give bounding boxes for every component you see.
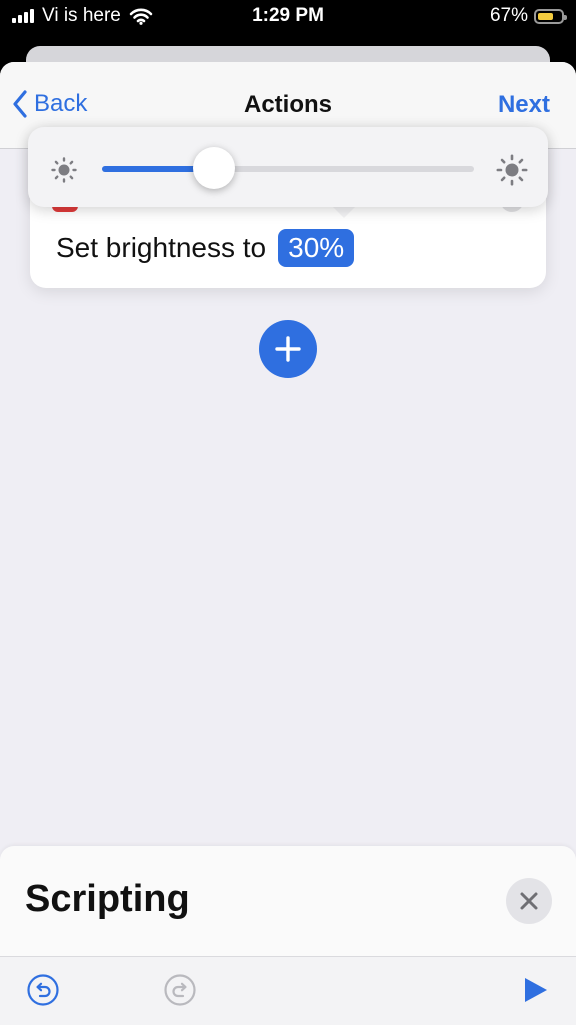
add-action-button[interactable] <box>259 320 317 378</box>
editor-toolbar <box>0 956 576 1025</box>
action-parameter-row: Set brightness to 30% <box>56 227 355 269</box>
battery-percent: 67% <box>489 5 528 26</box>
battery-cap <box>564 14 567 20</box>
status-right: 67% <box>489 4 567 28</box>
close-button[interactable] <box>506 878 552 924</box>
page-title: Actions <box>243 91 332 118</box>
action-text: Set brightness to <box>56 232 267 263</box>
battery-icon <box>534 8 567 24</box>
close-icon <box>520 892 538 910</box>
brightness-slider-thumb[interactable] <box>192 147 235 189</box>
plus-icon <box>275 336 301 362</box>
redo-icon[interactable] <box>163 973 197 1007</box>
play-icon[interactable] <box>520 975 550 1005</box>
sun-small-icon <box>51 157 77 183</box>
brightness-value-token[interactable]: 30% <box>278 229 355 267</box>
next-button[interactable]: Next <box>498 91 550 119</box>
sun-large-icon <box>496 154 528 186</box>
status-bar: Vi is here 1:29 PM 67% <box>0 0 576 40</box>
battery-fill <box>538 12 553 20</box>
category-title: Scripting <box>25 878 190 920</box>
undo-icon[interactable] <box>26 973 60 1007</box>
